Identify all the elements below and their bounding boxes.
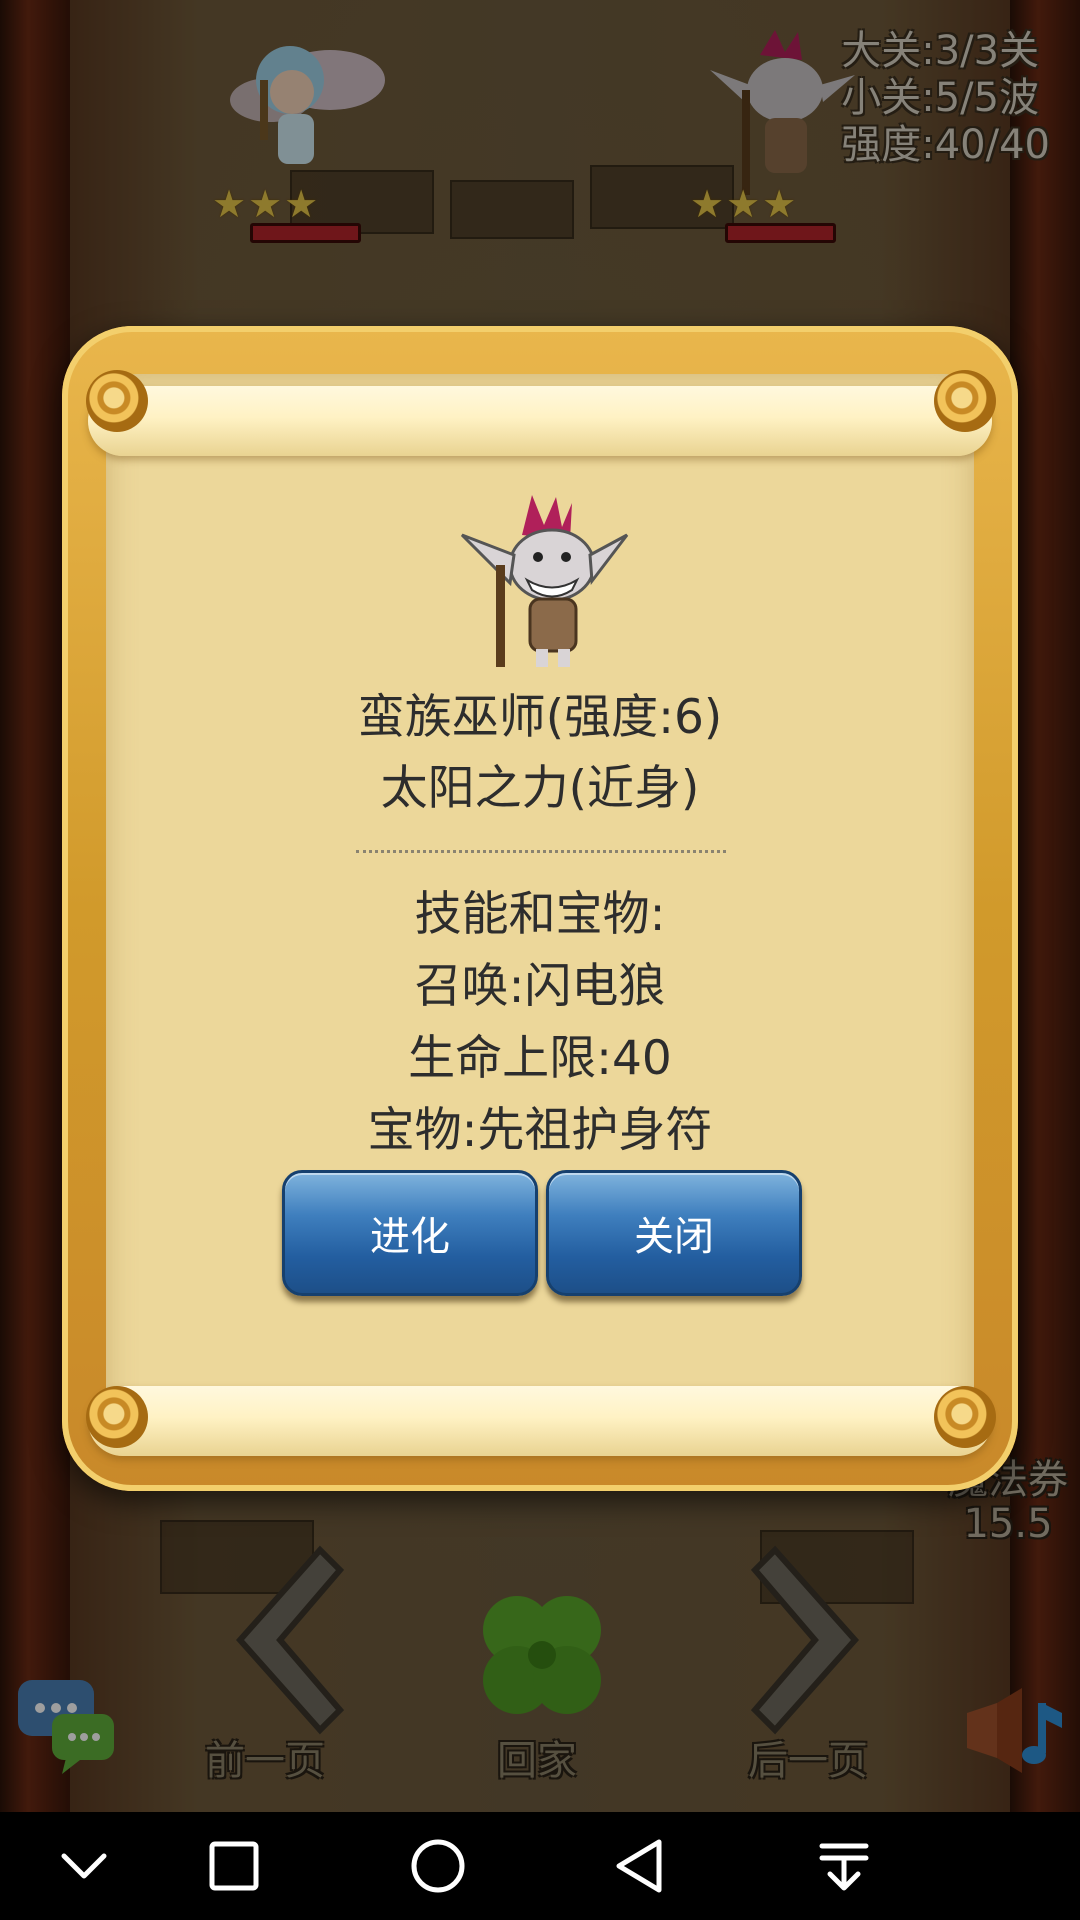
goblin-shaman-portrait <box>460 495 629 667</box>
corner-curl-icon <box>934 370 996 432</box>
corner-curl-icon <box>86 1386 148 1448</box>
treasure-line: 宝物:先祖护身符 <box>367 1103 713 1158</box>
system-nav-bar <box>0 1812 1080 1920</box>
recents-square-icon[interactable] <box>198 1830 270 1902</box>
scroll-bottom-roll <box>88 1386 992 1456</box>
skill-hp-limit: 生命上限:40 <box>408 1031 672 1086</box>
skills-header: 技能和宝物: <box>414 887 666 942</box>
divider <box>356 850 726 853</box>
corner-curl-icon <box>934 1386 996 1448</box>
chevron-down-icon[interactable] <box>48 1830 120 1902</box>
close-button[interactable]: 关闭 <box>546 1170 802 1296</box>
evolve-button[interactable]: 进化 <box>282 1170 538 1296</box>
corner-curl-icon <box>86 370 148 432</box>
unit-title: 蛮族巫师(强度:6) <box>357 690 723 745</box>
skill-summon: 召唤:闪电狼 <box>414 959 666 1014</box>
scroll-top-roll <box>88 386 992 456</box>
attack-type: 太阳之力(近身) <box>380 761 700 816</box>
home-circle-icon[interactable] <box>402 1830 474 1902</box>
notification-pulldown-icon[interactable] <box>808 1830 880 1902</box>
back-triangle-icon[interactable] <box>605 1830 677 1902</box>
